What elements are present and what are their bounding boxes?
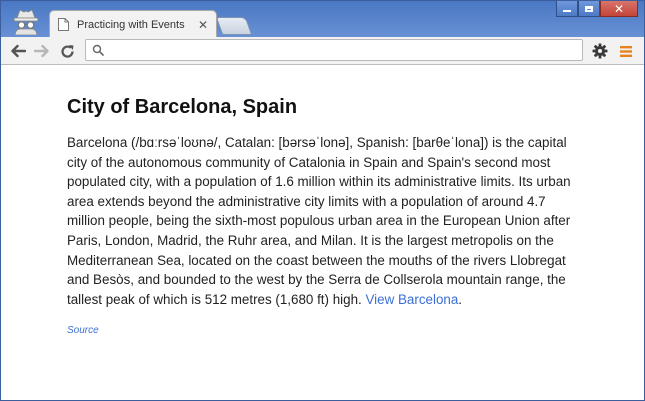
page-viewport: City of Barcelona, Spain Barcelona (/bɑː… bbox=[1, 65, 644, 401]
back-arrow-icon bbox=[11, 44, 26, 58]
minimize-button[interactable] bbox=[556, 1, 578, 17]
hamburger-menu-icon bbox=[620, 45, 632, 57]
address-bar[interactable] bbox=[85, 39, 583, 61]
article-body: Barcelona (/bɑːrsəˈloʊnə/, Catalan: [bər… bbox=[67, 133, 587, 309]
maximize-icon bbox=[585, 5, 593, 12]
close-icon: ✕ bbox=[613, 1, 625, 16]
search-icon bbox=[92, 44, 104, 56]
page-icon bbox=[58, 18, 69, 31]
address-input[interactable] bbox=[104, 40, 582, 60]
gear-icon bbox=[592, 43, 608, 59]
page-title: City of Barcelona, Spain bbox=[67, 96, 298, 118]
tab-active[interactable]: Practicing with Events ✕ bbox=[49, 10, 217, 38]
forward-button[interactable] bbox=[31, 40, 53, 62]
reload-button[interactable] bbox=[56, 40, 78, 62]
tab-title: Practicing with Events bbox=[77, 18, 185, 31]
browser-window: Practicing with Events ✕ ✕ City of Barce… bbox=[0, 0, 645, 401]
article: City of Barcelona, Spain Barcelona (/bɑː… bbox=[67, 95, 587, 336]
reload-icon bbox=[60, 44, 74, 58]
view-barcelona-link[interactable]: View Barcelona bbox=[365, 292, 458, 307]
window-controls: ✕ bbox=[556, 1, 638, 17]
source-label: Source bbox=[67, 325, 99, 337]
new-tab-button[interactable] bbox=[215, 17, 253, 35]
close-window-button[interactable]: ✕ bbox=[600, 1, 638, 17]
forward-arrow-icon bbox=[34, 44, 49, 58]
article-text: Barcelona (/bɑːrsəˈloʊnə/, Catalan: [bər… bbox=[67, 135, 571, 307]
maximize-button[interactable] bbox=[578, 1, 600, 17]
browser-toolbar bbox=[1, 37, 644, 65]
settings-button[interactable] bbox=[589, 40, 611, 62]
close-icon[interactable]: ✕ bbox=[198, 18, 208, 32]
minimize-icon bbox=[563, 9, 571, 12]
back-button[interactable] bbox=[7, 40, 29, 62]
article-end: . bbox=[458, 291, 463, 307]
menu-button[interactable] bbox=[615, 40, 637, 62]
incognito-icon bbox=[9, 5, 43, 35]
